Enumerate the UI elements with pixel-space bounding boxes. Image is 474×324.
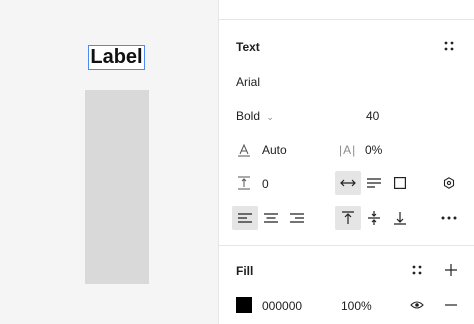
align-left-icon[interactable] xyxy=(232,206,258,230)
font-size-input[interactable]: 40 xyxy=(366,109,379,123)
font-weight-value: Bold xyxy=(236,109,261,123)
align-center-icon[interactable] xyxy=(258,206,284,230)
fill-section-title: Fill xyxy=(236,264,254,278)
font-weight-select[interactable]: Bold ⌄ xyxy=(236,109,274,123)
text-settings-icon[interactable] xyxy=(441,175,457,191)
align-right-icon[interactable] xyxy=(284,206,310,230)
auto-width-icon[interactable] xyxy=(335,171,361,195)
fill-color-swatch[interactable] xyxy=(236,297,252,313)
letter-spacing-input[interactable]: 0% xyxy=(365,143,382,157)
fill-opacity-input[interactable]: 100% xyxy=(341,299,372,313)
add-fill-icon[interactable] xyxy=(443,262,459,278)
align-top-icon[interactable] xyxy=(335,206,361,230)
align-middle-icon[interactable] xyxy=(361,206,387,230)
paragraph-spacing-input[interactable]: 0 xyxy=(262,177,269,191)
fill-hex-input[interactable]: 000000 xyxy=(262,299,302,313)
paragraph-spacing-icon xyxy=(236,175,252,191)
rectangle-layer[interactable] xyxy=(85,90,149,284)
chevron-down-icon: ⌄ xyxy=(266,112,274,122)
divider xyxy=(219,19,474,20)
eye-icon[interactable] xyxy=(408,297,426,313)
remove-fill-icon[interactable] xyxy=(443,297,459,313)
fill-styles-grid-icon[interactable] xyxy=(409,262,425,278)
text-section-title: Text xyxy=(236,40,260,54)
auto-height-icon[interactable] xyxy=(361,171,387,195)
fixed-size-icon[interactable] xyxy=(387,171,413,195)
text-styles-grid-icon[interactable] xyxy=(441,38,457,54)
line-height-input[interactable]: Auto xyxy=(262,143,287,157)
canvas[interactable]: Label xyxy=(0,0,218,324)
line-height-icon xyxy=(236,142,252,158)
more-options-icon[interactable] xyxy=(439,210,459,226)
letter-spacing-icon: |A| xyxy=(339,143,357,157)
divider xyxy=(219,245,474,246)
align-bottom-icon[interactable] xyxy=(387,206,413,230)
properties-panel: Text Arial Bold ⌄ 40 Auto |A| 0% 0 Fill … xyxy=(218,0,474,324)
selected-text-layer[interactable]: Label xyxy=(88,45,145,70)
font-family-select[interactable]: Arial xyxy=(236,75,260,89)
